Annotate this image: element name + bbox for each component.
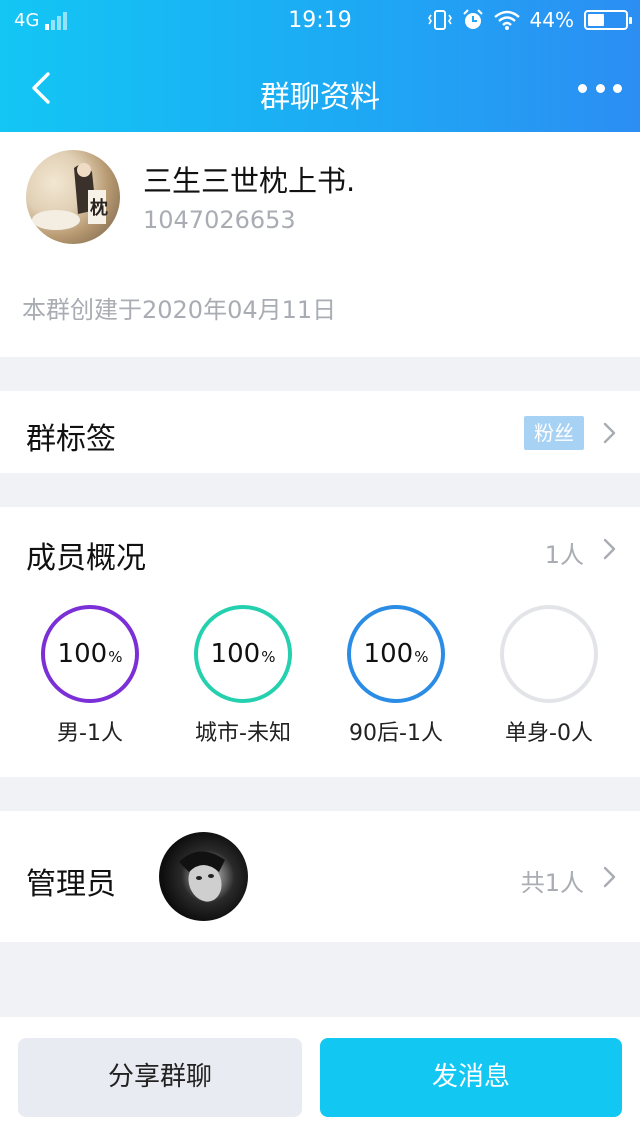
alarm-icon: [462, 9, 483, 29]
member-overview-title: 成员概况: [26, 541, 146, 576]
stat-ring: 100%: [41, 605, 139, 703]
stat-ring: 100%: [194, 605, 292, 703]
stat-value: 100: [210, 639, 261, 669]
stat-unit: %: [261, 648, 276, 666]
admin-avatar-artwork: [179, 851, 225, 902]
header: 4G 19:19 44% 群聊资料: [0, 0, 640, 132]
battery-icon: [584, 10, 632, 30]
svg-text:枕: 枕: [90, 197, 108, 219]
stat-gender: 100% 男-1人: [30, 605, 150, 747]
more-options-icon[interactable]: [578, 70, 622, 106]
member-count[interactable]: 1人: [545, 535, 584, 570]
chevron-right-icon: [603, 866, 616, 888]
chevron-right-icon[interactable]: [602, 537, 618, 561]
admin-count: 共1人: [520, 869, 584, 897]
admin-avatar[interactable]: [159, 832, 248, 921]
group-name: 三生三世枕上书.: [143, 164, 356, 198]
stat-ring: [500, 605, 598, 703]
member-overview-card: 成员概况 1人 100% 男-1人 100% 城市-未知 100% 90后-1人…: [0, 507, 640, 777]
wifi-icon: [493, 10, 520, 30]
stat-value: 100: [57, 639, 108, 669]
stat-single: 单身-0人: [489, 605, 609, 747]
share-group-button[interactable]: 分享群聊: [18, 1038, 302, 1117]
group-id: 1047026653: [143, 206, 296, 234]
group-tags-title: 群标签: [26, 422, 116, 457]
bottom-action-bar: 分享群聊 发消息: [0, 1017, 640, 1138]
send-message-button[interactable]: 发消息: [320, 1038, 622, 1117]
tag-badge: 粉丝: [524, 416, 584, 450]
battery-fill: [588, 14, 604, 26]
group-tags-row[interactable]: 群标签 粉丝: [0, 391, 640, 473]
battery-percent: 44%: [529, 8, 574, 32]
stat-label: 单身-0人: [505, 721, 593, 746]
stat-unit: %: [414, 648, 429, 666]
admin-row[interactable]: 管理员 共1人: [0, 811, 640, 942]
stat-city: 100% 城市-未知: [183, 605, 303, 747]
group-avatar[interactable]: 枕: [26, 150, 120, 244]
status-icons: 44%: [427, 8, 632, 32]
stat-value: 100: [363, 639, 414, 669]
group-info-card: 枕 三生三世枕上书. 1047026653 本群创建于2020年04月11日: [0, 132, 640, 357]
group-created-date: 本群创建于2020年04月11日: [22, 296, 337, 324]
stat-unit: %: [108, 648, 123, 666]
stat-age: 100% 90后-1人: [336, 605, 456, 747]
navigation-bar: 群聊资料: [0, 44, 640, 132]
stat-ring: 100%: [347, 605, 445, 703]
stat-label: 男-1人: [57, 721, 123, 746]
vibrate-icon: [427, 10, 452, 30]
group-avatar-artwork: 枕: [32, 163, 108, 230]
page-title: 群聊资料: [260, 80, 380, 115]
stat-label: 90后-1人: [349, 721, 443, 746]
status-bar: 4G 19:19 44%: [0, 0, 640, 44]
admin-title: 管理员: [26, 867, 116, 902]
stat-label: 城市-未知: [195, 721, 291, 746]
chevron-right-icon: [603, 422, 616, 444]
